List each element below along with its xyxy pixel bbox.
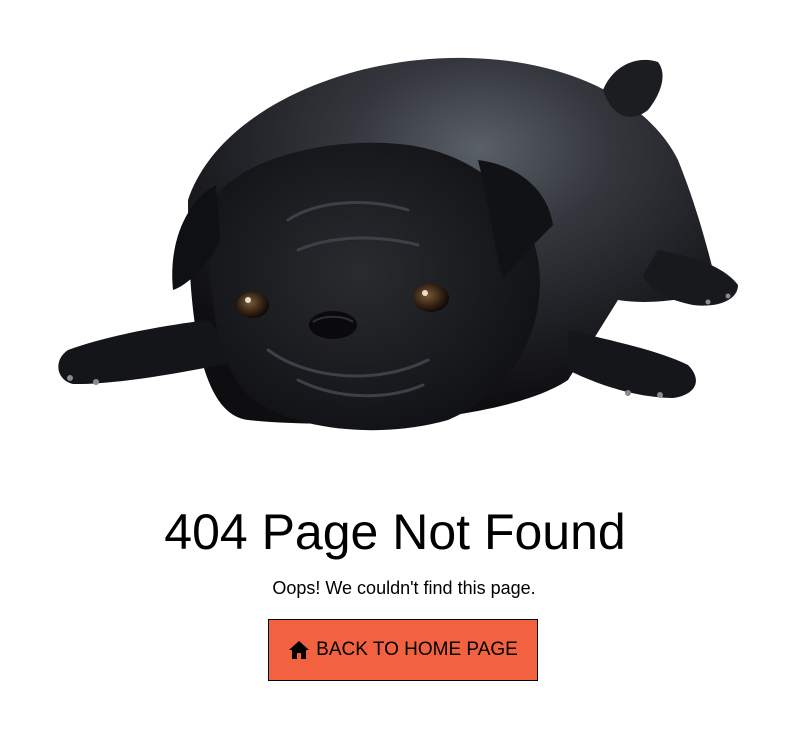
- page-title: 404 Page Not Found: [164, 504, 626, 560]
- error-message: Oops! We couldn't find this page.: [272, 578, 536, 598]
- back-to-home-label: BACK TO HOME PAGE: [316, 639, 518, 660]
- back-to-home-button[interactable]: BACK TO HOME PAGE: [268, 619, 538, 681]
- home-icon: [288, 640, 310, 660]
- pug-hero-image: [48, 50, 742, 435]
